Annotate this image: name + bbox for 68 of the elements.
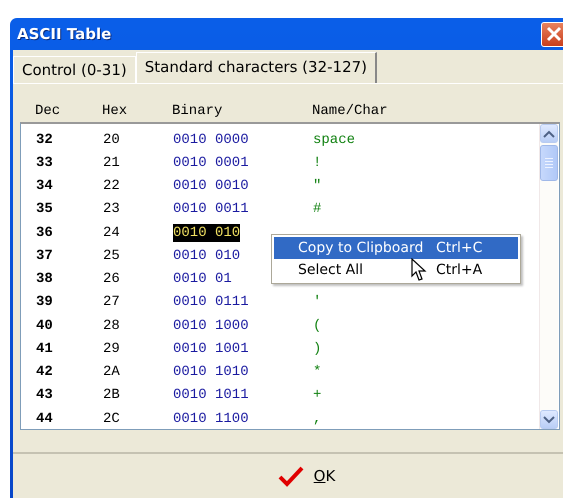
table-cell-text: 39 — [35, 294, 54, 310]
tab[interactable]: Standard characters (32-127) — [136, 52, 378, 83]
table-cell: * — [313, 364, 322, 380]
table-cell-text: 29 — [103, 340, 121, 357]
table-cell-text: 2B — [103, 387, 121, 404]
scrollbar[interactable] — [539, 124, 558, 429]
table-cell-text: 22 — [103, 178, 121, 194]
table-cell: ' — [313, 294, 322, 310]
table-cell: ( — [313, 318, 322, 334]
menu-item[interactable]: Select All Ctrl+A — [274, 259, 518, 281]
table-cell-text: 44 — [35, 410, 54, 427]
table-cell: # — [313, 201, 322, 218]
table-cell-text: 40 — [35, 318, 54, 334]
table-cell: 0010 1010 — [173, 363, 249, 382]
table-cell: 0010 1001 — [173, 340, 249, 358]
table-cell-text: 24 — [103, 224, 121, 241]
table-cell-text: 2C — [103, 410, 121, 427]
table-cell-text: 43 — [35, 387, 54, 404]
table-cell: ) — [313, 340, 322, 357]
table-cell: " — [313, 178, 322, 194]
column-header: Dec — [34, 103, 62, 119]
table-cell: , — [313, 410, 322, 427]
table-cell: 0010 0111 — [173, 293, 249, 312]
table-cell-text: 23 — [103, 201, 121, 218]
close-icon — [544, 25, 562, 43]
scroll-up-button[interactable] — [540, 124, 558, 143]
chevron-down-icon — [543, 416, 555, 424]
table-cell: 0010 01 — [173, 270, 232, 288]
menu-item[interactable]: Copy to Clipboard Ctrl+C — [274, 237, 518, 259]
window-title: ASCII Table — [17, 25, 112, 43]
table-cell-text: 32 — [35, 132, 54, 148]
table-cell-text: 34 — [35, 178, 54, 194]
table-cell-text: 35 — [35, 201, 54, 218]
table-cell-text: 20 — [103, 132, 121, 148]
scroll-down-button[interactable] — [540, 410, 558, 429]
table-cell-text: 21 — [103, 154, 121, 171]
table-cell-text: 27 — [103, 294, 121, 310]
table-cell: 0010 0000 — [173, 130, 249, 149]
table-cell-text: 37 — [35, 248, 54, 264]
table-cell-text: 41 — [35, 340, 54, 357]
table-cell: + — [313, 387, 322, 404]
table-cell-text: 25 — [103, 248, 121, 264]
table-cell: 0010 1100 — [173, 410, 249, 428]
close-button[interactable] — [541, 22, 563, 46]
table-cell-text: 38 — [35, 271, 54, 288]
table-cell: 0010 1000 — [173, 316, 249, 335]
table-cell-text: 33 — [35, 154, 54, 171]
tab[interactable]: Control (0-31) — [13, 56, 136, 83]
column-header: Name/Char — [312, 103, 388, 119]
scroll-thumb[interactable] — [540, 145, 558, 181]
column-header: Hex — [102, 103, 128, 119]
table-cell: 0010 010 — [173, 246, 240, 265]
table-cell-text: 36 — [35, 224, 54, 241]
table-cell: space — [313, 132, 356, 148]
table-cell-text: 2A — [103, 364, 121, 380]
table-cell: 0010 0011 — [173, 200, 249, 218]
table-cell-text: 26 — [103, 271, 121, 288]
chevron-up-icon — [543, 130, 555, 138]
table-cell: 0010 1011 — [173, 386, 249, 404]
column-header: Binary — [172, 103, 224, 119]
table-cell-text: 28 — [103, 318, 121, 334]
table-cell: 0010 0010 — [173, 177, 249, 196]
checkmark-icon — [278, 465, 304, 487]
table-cell: ! — [313, 154, 322, 171]
ok-button[interactable]: OK — [268, 461, 346, 491]
table-cell: 0010 010 — [173, 224, 240, 242]
table-cell-text: 42 — [35, 364, 54, 380]
table-cell: 0010 0001 — [173, 154, 249, 172]
